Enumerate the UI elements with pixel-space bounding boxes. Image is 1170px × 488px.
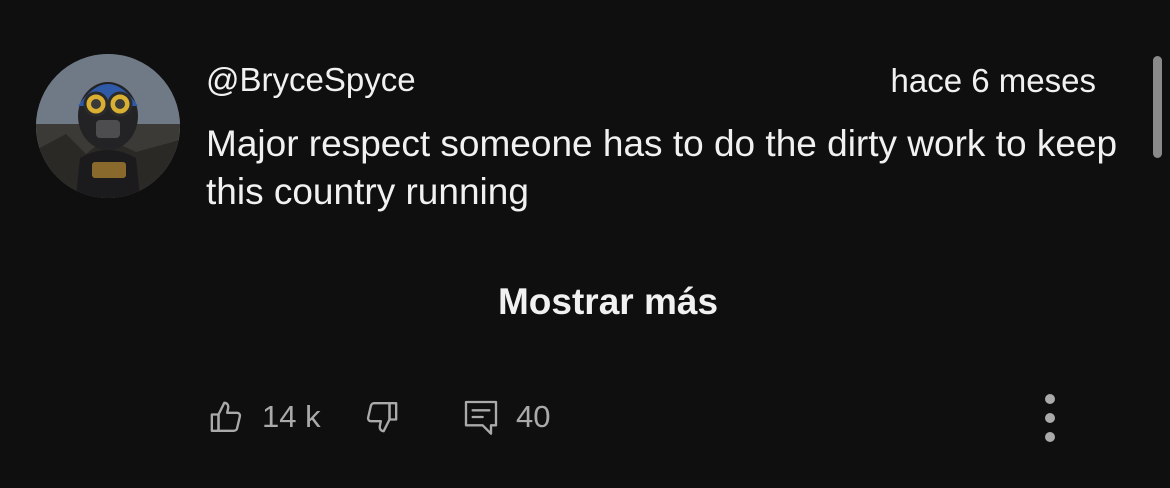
avatar[interactable] — [36, 54, 180, 198]
like-button[interactable]: 14 k — [206, 394, 321, 440]
like-count: 14 k — [262, 399, 321, 434]
scrollbar[interactable] — [1153, 56, 1162, 158]
comment-text: Major respect someone has to do the dirt… — [206, 123, 1118, 212]
reply-button[interactable]: 40 — [462, 394, 550, 440]
show-more-button[interactable]: Mostrar más — [0, 280, 1170, 324]
reply-count: 40 — [516, 399, 551, 434]
more-options-button[interactable] — [1030, 390, 1070, 446]
more-vertical-icon — [1045, 394, 1055, 404]
comment-author[interactable]: @BryceSpyce — [206, 60, 416, 100]
comment-icon — [462, 397, 500, 437]
avatar-image — [36, 54, 180, 198]
thumbs-up-icon — [206, 397, 246, 437]
thumbs-down-icon — [362, 397, 402, 437]
comment-timestamp: hace 6 meses — [890, 62, 1096, 99]
dislike-button[interactable] — [362, 394, 402, 440]
